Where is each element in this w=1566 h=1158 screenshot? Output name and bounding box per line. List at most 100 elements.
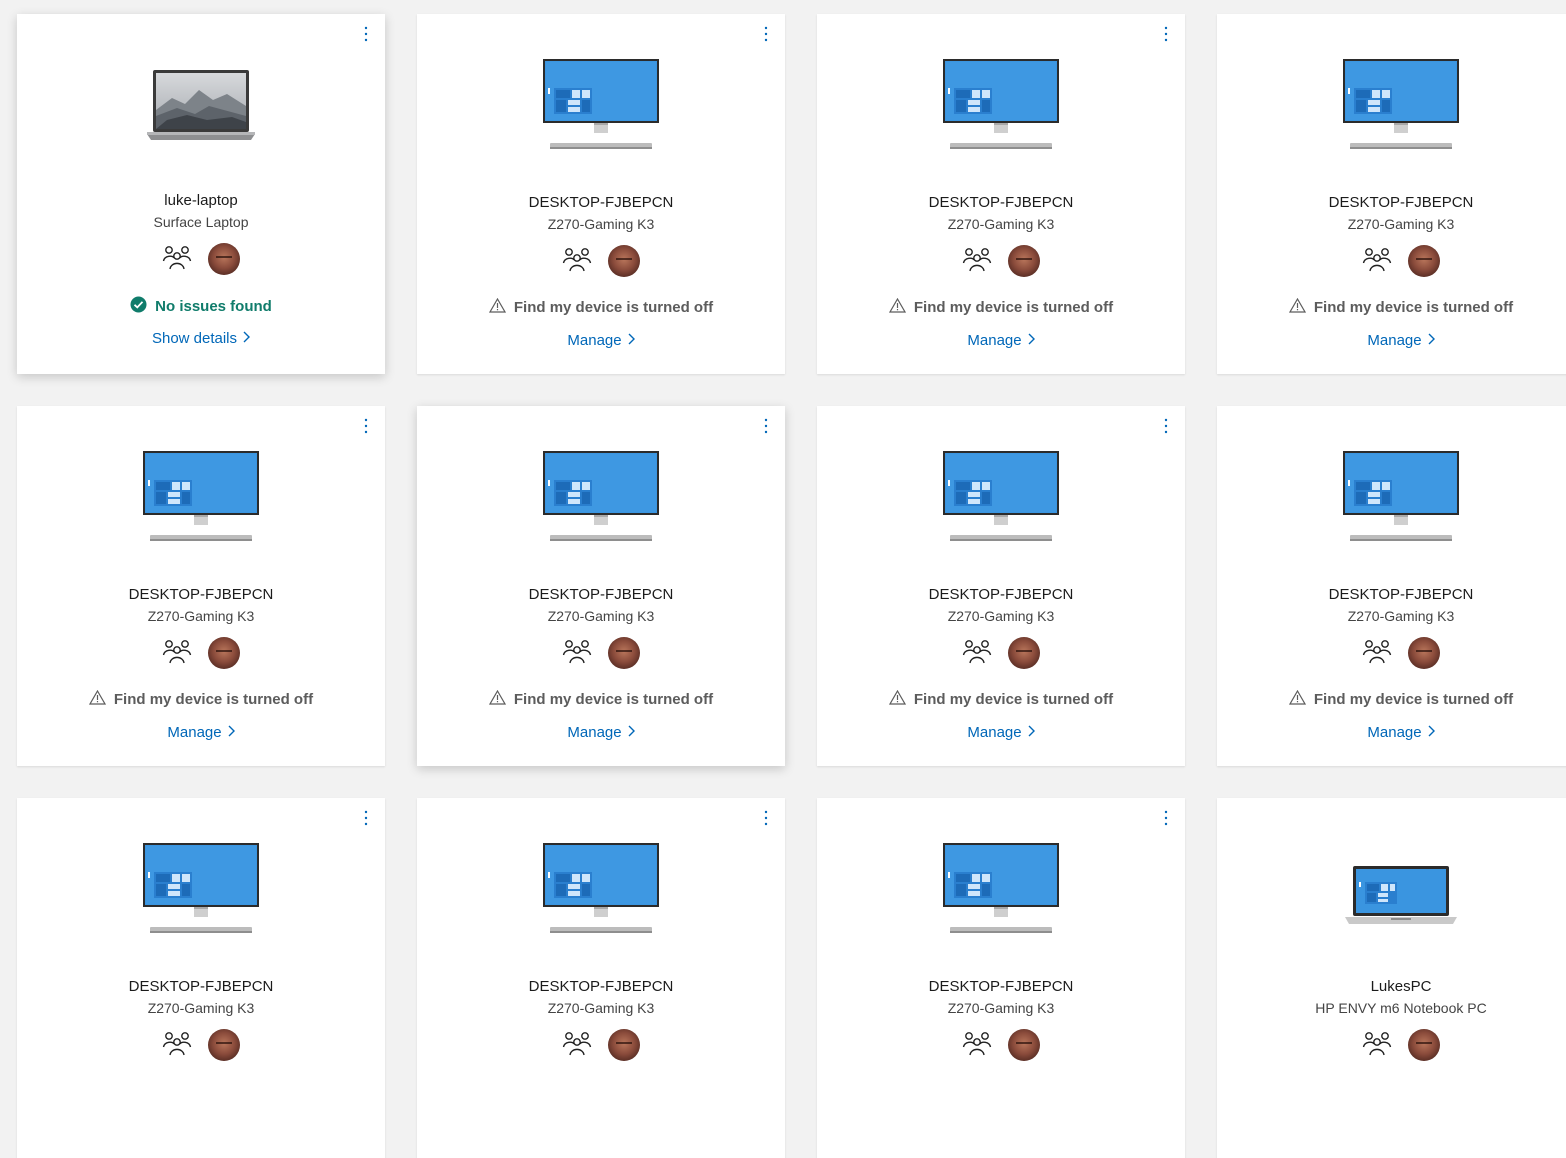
laptop-pc-image xyxy=(1217,850,1566,960)
avatar[interactable] xyxy=(208,243,240,275)
family-group-icon xyxy=(962,638,992,669)
desktop-pc-image xyxy=(417,58,785,168)
family-group-icon xyxy=(1362,246,1392,277)
avatar[interactable] xyxy=(1408,245,1440,277)
device-card[interactable]: LukesPC HP ENVY m6 Notebook PC xyxy=(1217,798,1566,1158)
device-model: Z270-Gaming K3 xyxy=(547,608,655,624)
surface-laptop-image xyxy=(17,70,385,180)
chevron-right-icon xyxy=(1428,332,1435,349)
avatar[interactable] xyxy=(208,637,240,669)
manage-link[interactable]: Manage xyxy=(1217,724,1566,741)
desktop-pc-image xyxy=(817,58,1185,168)
avatar[interactable] xyxy=(1408,637,1440,669)
device-action-label: Manage xyxy=(567,332,622,349)
show-details-link[interactable]: Show details xyxy=(17,330,385,347)
device-users xyxy=(1217,244,1566,278)
manage-link[interactable]: Manage xyxy=(1217,332,1566,349)
device-card[interactable]: DESKTOP-FJBEPCN Z270-Gaming K3 Find my d… xyxy=(17,406,385,766)
device-card[interactable]: DESKTOP-FJBEPCN Z270-Gaming K3 Find my d… xyxy=(1217,14,1566,374)
more-options-icon[interactable] xyxy=(759,26,773,46)
device-users xyxy=(17,1028,385,1062)
avatar[interactable] xyxy=(608,637,640,669)
device-model: Z270-Gaming K3 xyxy=(1347,608,1455,624)
manage-link[interactable]: Manage xyxy=(417,332,785,349)
family-group-icon xyxy=(562,1030,592,1061)
device-action-label: Show details xyxy=(151,330,238,347)
device-name: DESKTOP-FJBEPCN xyxy=(528,586,674,603)
device-status-text: Find my device is turned off xyxy=(913,299,1114,316)
device-users xyxy=(1217,1028,1566,1062)
device-users xyxy=(1217,636,1566,670)
device-action-label: Manage xyxy=(167,724,222,741)
manage-link[interactable]: Manage xyxy=(417,724,785,741)
device-users xyxy=(417,244,785,278)
device-card[interactable]: DESKTOP-FJBEPCN Z270-Gaming K3 Find my d… xyxy=(1217,406,1566,766)
warning-icon xyxy=(488,297,506,317)
chevron-right-icon xyxy=(1428,724,1435,741)
device-card[interactable]: luke-laptop Surface Laptop No issues fou… xyxy=(17,14,385,374)
device-name: DESKTOP-FJBEPCN xyxy=(1328,586,1474,603)
manage-link[interactable]: Manage xyxy=(17,724,385,741)
device-status: Find my device is turned off xyxy=(1217,297,1566,317)
device-model: HP ENVY m6 Notebook PC xyxy=(1315,1000,1487,1016)
desktop-pc-image xyxy=(417,450,785,560)
warning-icon xyxy=(488,689,506,709)
more-options-icon[interactable] xyxy=(359,810,373,830)
more-options-icon[interactable] xyxy=(1159,810,1173,830)
device-card[interactable]: DESKTOP-FJBEPCN Z270-Gaming K3 xyxy=(17,798,385,1158)
manage-link[interactable]: Manage xyxy=(817,724,1185,741)
device-status-text: Find my device is turned off xyxy=(513,691,714,708)
device-card[interactable]: DESKTOP-FJBEPCN Z270-Gaming K3 Find my d… xyxy=(817,14,1185,374)
avatar[interactable] xyxy=(608,1029,640,1061)
family-group-icon xyxy=(962,1030,992,1061)
avatar[interactable] xyxy=(1008,637,1040,669)
device-model: Z270-Gaming K3 xyxy=(947,608,1055,624)
more-options-icon[interactable] xyxy=(1159,418,1173,438)
more-options-icon[interactable] xyxy=(759,810,773,830)
avatar[interactable] xyxy=(1408,1029,1440,1061)
avatar[interactable] xyxy=(1008,245,1040,277)
desktop-pc-image xyxy=(817,842,1185,952)
more-options-icon[interactable] xyxy=(359,26,373,46)
avatar[interactable] xyxy=(208,1029,240,1061)
family-group-icon xyxy=(1362,1030,1392,1061)
device-model: Z270-Gaming K3 xyxy=(147,608,255,624)
device-card[interactable]: DESKTOP-FJBEPCN Z270-Gaming K3 xyxy=(817,798,1185,1158)
device-action-label: Manage xyxy=(967,724,1022,741)
device-status-text: No issues found xyxy=(155,298,272,315)
device-name: DESKTOP-FJBEPCN xyxy=(1328,194,1474,211)
device-model: Surface Laptop xyxy=(153,214,249,230)
avatar[interactable] xyxy=(1008,1029,1040,1061)
device-status-text: Find my device is turned off xyxy=(513,299,714,316)
family-group-icon xyxy=(162,1030,192,1061)
device-status: Find my device is turned off xyxy=(1217,689,1566,709)
device-card[interactable]: DESKTOP-FJBEPCN Z270-Gaming K3 Find my d… xyxy=(417,406,785,766)
device-card[interactable]: DESKTOP-FJBEPCN Z270-Gaming K3 Find my d… xyxy=(817,406,1185,766)
device-name: luke-laptop xyxy=(164,192,238,209)
device-users xyxy=(17,636,385,670)
device-model: Z270-Gaming K3 xyxy=(947,216,1055,232)
device-card[interactable]: DESKTOP-FJBEPCN Z270-Gaming K3 Find my d… xyxy=(417,14,785,374)
chevron-right-icon xyxy=(628,724,635,741)
device-name: DESKTOP-FJBEPCN xyxy=(128,978,274,995)
manage-link[interactable]: Manage xyxy=(817,332,1185,349)
device-status: Find my device is turned off xyxy=(417,297,785,317)
more-options-icon[interactable] xyxy=(1159,26,1173,46)
more-options-icon[interactable] xyxy=(759,418,773,438)
device-name: DESKTOP-FJBEPCN xyxy=(528,978,674,995)
family-group-icon xyxy=(1362,638,1392,669)
desktop-pc-image xyxy=(417,842,785,952)
device-status-text: Find my device is turned off xyxy=(913,691,1114,708)
more-options-icon[interactable] xyxy=(359,418,373,438)
device-model: Z270-Gaming K3 xyxy=(547,216,655,232)
device-users xyxy=(817,1028,1185,1062)
family-group-icon xyxy=(562,246,592,277)
avatar[interactable] xyxy=(608,245,640,277)
warning-icon xyxy=(1288,297,1306,317)
device-card[interactable]: DESKTOP-FJBEPCN Z270-Gaming K3 xyxy=(417,798,785,1158)
device-status: Find my device is turned off xyxy=(817,297,1185,317)
check-circle-icon xyxy=(130,296,147,317)
device-action-label: Manage xyxy=(967,332,1022,349)
device-status-text: Find my device is turned off xyxy=(1313,691,1514,708)
desktop-pc-image xyxy=(1217,450,1566,560)
